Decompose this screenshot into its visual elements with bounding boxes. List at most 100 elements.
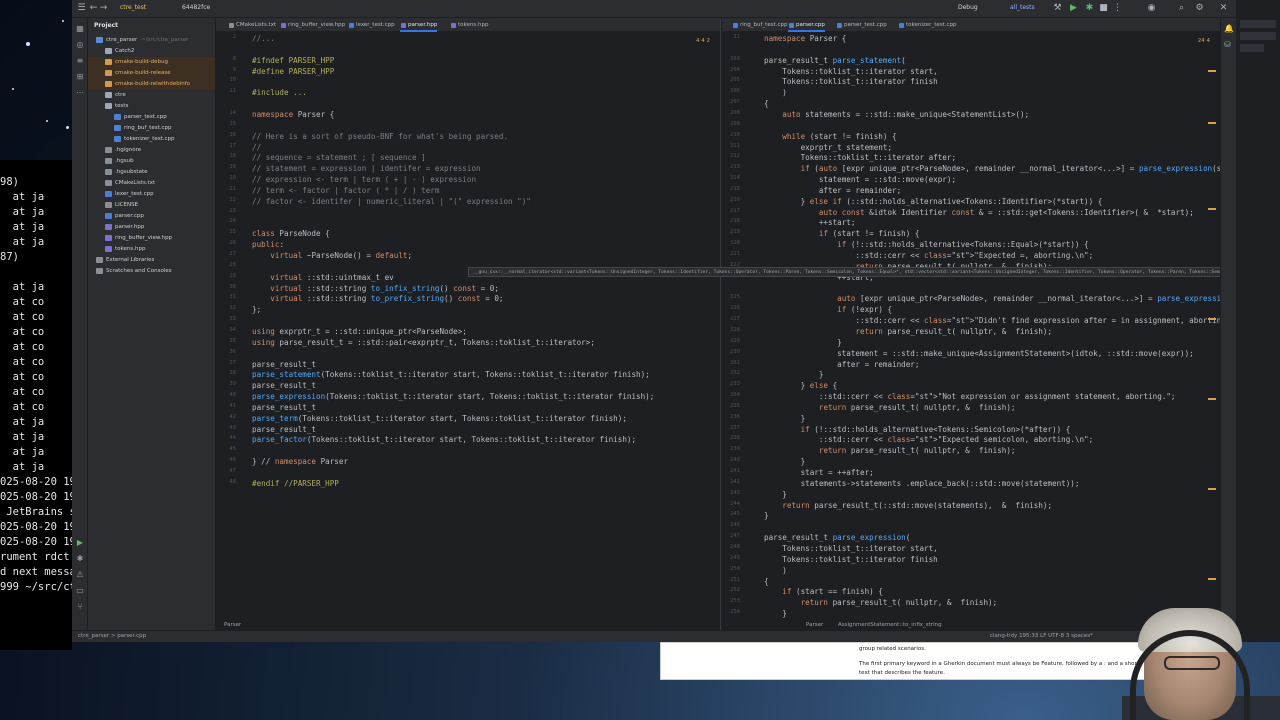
status-path[interactable]: ctre_parser > parser.cpp bbox=[78, 633, 146, 639]
more-icon[interactable]: ⋮ bbox=[1112, 3, 1123, 14]
code-line[interactable]: return parse_result_t(::std::move(statem… bbox=[764, 501, 1052, 510]
editor-tab[interactable]: parser_test.cpp bbox=[836, 18, 887, 32]
project-tree-item[interactable]: ctre bbox=[88, 90, 215, 101]
code-line[interactable]: { bbox=[764, 577, 769, 586]
left-editor[interactable]: CMakeLists.txt ring_buffer_view.hpp lexer_… bbox=[216, 18, 721, 630]
editor-tab[interactable]: CMakeLists.txt bbox=[228, 18, 276, 32]
warning-marker[interactable] bbox=[1208, 578, 1216, 580]
project-tree-item[interactable]: .hgsubstate bbox=[88, 167, 215, 178]
code-line[interactable]: #define PARSER_HPP bbox=[252, 67, 334, 76]
warning-marker[interactable] bbox=[1208, 488, 1216, 490]
code-line[interactable]: auto [expr unique_ptr<ParseNode>, remain… bbox=[764, 294, 1220, 303]
project-tree-item[interactable]: ring_buf_test.cpp bbox=[88, 123, 215, 134]
code-line[interactable]: #include ... bbox=[252, 88, 307, 97]
code-line[interactable]: parse_result_t bbox=[252, 360, 316, 369]
code-line[interactable]: statements->statements .emplace_back(::s… bbox=[764, 479, 1080, 488]
project-tree-item[interactable]: External Libraries bbox=[88, 255, 215, 266]
code-line[interactable]: if (!expr) { bbox=[764, 305, 892, 314]
code-line[interactable]: ) bbox=[764, 88, 787, 97]
build-config-selector[interactable]: Debug bbox=[958, 4, 978, 11]
code-line[interactable]: return parse_result_t( nullptr, & finish… bbox=[764, 446, 1016, 455]
code-line[interactable]: namespace Parser { bbox=[252, 110, 334, 119]
code-line[interactable]: class ParseNode { bbox=[252, 229, 330, 238]
code-line[interactable]: return parse_result_t( nullptr, & finish… bbox=[764, 403, 1016, 412]
code-line[interactable]: using exprptr_t = ::std::unique_ptr<Pars… bbox=[252, 327, 467, 336]
right-editor[interactable]: ring_buf_test.cpp parser.cpp parser_test.c… bbox=[722, 18, 1220, 630]
editor-tab[interactable]: tokenizer_test.cpp bbox=[898, 18, 957, 32]
settings-icon[interactable]: ⚙ bbox=[1194, 3, 1205, 14]
account-icon[interactable]: ◉ bbox=[1146, 3, 1157, 14]
code-line[interactable]: Tokens::toklist_t::iterator start, bbox=[764, 67, 937, 76]
search-icon[interactable]: ⌕ bbox=[1176, 3, 1187, 14]
code-line[interactable]: if (start == finish) { bbox=[764, 587, 883, 596]
project-tree-item[interactable]: LICENSE bbox=[88, 200, 215, 211]
code-line[interactable]: ++start; bbox=[764, 218, 856, 227]
code-line[interactable]: } bbox=[764, 338, 842, 347]
project-tree-item[interactable]: Scratches and Consoles bbox=[88, 266, 215, 277]
code-line[interactable]: // sequence = statement ; [ sequence ] bbox=[252, 153, 426, 162]
project-tree-item[interactable]: parser_test.cpp bbox=[88, 112, 215, 123]
editor-tab[interactable]: parser.hpp bbox=[400, 18, 438, 32]
project-tree-item[interactable]: tests bbox=[88, 101, 215, 112]
code-line[interactable]: } bbox=[764, 609, 787, 618]
editor-tab[interactable]: ring_buffer_view.hpp bbox=[280, 18, 345, 32]
more-tools-icon[interactable]: ⋯ bbox=[75, 88, 85, 98]
code-line[interactable]: virtual ~ParseNode() = default; bbox=[252, 251, 412, 260]
editor-tab[interactable]: ring_buf_test.cpp bbox=[732, 18, 788, 32]
code-line[interactable]: } else if (::std::holds_alternative<Toke… bbox=[764, 197, 1103, 206]
code-line[interactable]: Tokens::toklist_t::iterator start, bbox=[764, 544, 937, 553]
code-line[interactable]: using parse_result_t = ::std::pair<exprp… bbox=[252, 338, 595, 347]
code-line[interactable]: Tokens::toklist_t::iterator finish bbox=[764, 77, 937, 86]
project-tree-item[interactable]: cmake-build-relwithdebinfo bbox=[88, 79, 215, 90]
code-line[interactable]: parse_result_t parse_statement( bbox=[764, 56, 906, 65]
code-line[interactable]: #endif //PARSER_HPP bbox=[252, 479, 339, 488]
warning-marker[interactable] bbox=[1208, 122, 1216, 124]
forward-icon[interactable]: → bbox=[98, 3, 109, 14]
code-line[interactable]: // expression <- term | term ( + | - ) e… bbox=[252, 175, 476, 184]
code-line[interactable]: public: bbox=[252, 240, 284, 249]
project-switcher[interactable]: ctre_test bbox=[120, 4, 146, 11]
run-target-selector[interactable]: all_tests bbox=[1010, 4, 1035, 11]
code-line[interactable]: #ifndef PARSER_HPP bbox=[252, 56, 334, 65]
code-line[interactable]: if (start != finish) { bbox=[764, 229, 920, 238]
status-right[interactable]: clang-tidy 195:33 LF UTF-8 3 spaces* bbox=[990, 633, 1093, 639]
stop-icon[interactable]: ■ bbox=[1098, 3, 1109, 14]
code-line[interactable]: if (!::std::holds_alternative<Tokens::Se… bbox=[764, 425, 1071, 434]
code-line[interactable]: } else { bbox=[764, 381, 838, 390]
project-tree-item[interactable]: Catch2 bbox=[88, 46, 215, 57]
code-line[interactable]: parse_statement(Tokens::toklist_t::itera… bbox=[252, 370, 650, 379]
database-icon[interactable]: ⛁ bbox=[1224, 40, 1231, 49]
code-line[interactable]: } bbox=[764, 457, 806, 466]
code-line[interactable]: Tokens::toklist_t::iterator after; bbox=[764, 153, 956, 162]
run-tool-icon[interactable]: ▶ bbox=[75, 538, 85, 548]
terminal-tool-icon[interactable]: ▭ bbox=[75, 586, 85, 596]
code-line[interactable]: ::std::cerr << class="st">"Expected semi… bbox=[764, 435, 1093, 444]
code-line[interactable]: } bbox=[764, 370, 824, 379]
menu-icon[interactable]: ☰ bbox=[76, 3, 87, 14]
code-line[interactable]: ::std::cerr << class="st">"Didn't find e… bbox=[764, 316, 1220, 325]
code-line[interactable]: parse_factor(Tokens::toklist_t::iterator… bbox=[252, 435, 636, 444]
project-tree-item[interactable]: tokenizer_test.cpp bbox=[88, 134, 215, 145]
code-line[interactable]: after = remainder; bbox=[764, 186, 901, 195]
code-line[interactable]: //... bbox=[252, 34, 275, 43]
code-line[interactable]: exprptr_t statement; bbox=[764, 143, 892, 152]
project-tree-item[interactable]: parser.hpp bbox=[88, 222, 215, 233]
plugins-tool-icon[interactable]: ⊞ bbox=[75, 72, 85, 82]
project-tree-item[interactable]: ctre_parser ~/src/ctre_parser bbox=[88, 35, 215, 46]
run-icon[interactable]: ▶ bbox=[1068, 3, 1079, 14]
code-line[interactable]: parse_result_t bbox=[252, 403, 316, 412]
project-tool-icon[interactable]: ▦ bbox=[75, 24, 85, 34]
warning-marker[interactable] bbox=[1208, 398, 1216, 400]
debug-tool-icon[interactable]: ✱ bbox=[75, 554, 85, 564]
code-line[interactable]: // factor <- identifer | numeric_literal… bbox=[252, 197, 531, 206]
code-line[interactable]: virtual ::std::uintmax_t ev bbox=[252, 273, 393, 282]
code-line[interactable]: // Here is a sort of pseudo-BNF for what… bbox=[252, 132, 508, 141]
project-tree-item[interactable]: .hgignore bbox=[88, 145, 215, 156]
code-line[interactable]: // bbox=[252, 143, 261, 152]
editor-tab[interactable]: parser.cpp bbox=[788, 18, 825, 32]
code-line[interactable]: namespace Parser { bbox=[764, 34, 846, 43]
code-line[interactable]: parse_term(Tokens::toklist_t::iterator s… bbox=[252, 414, 627, 423]
inspection-widget[interactable]: 4 4 2 bbox=[696, 38, 710, 44]
git-tool-icon[interactable]: ⑂ bbox=[75, 602, 85, 612]
project-tree-item[interactable]: cmake-build-debug bbox=[88, 57, 215, 68]
